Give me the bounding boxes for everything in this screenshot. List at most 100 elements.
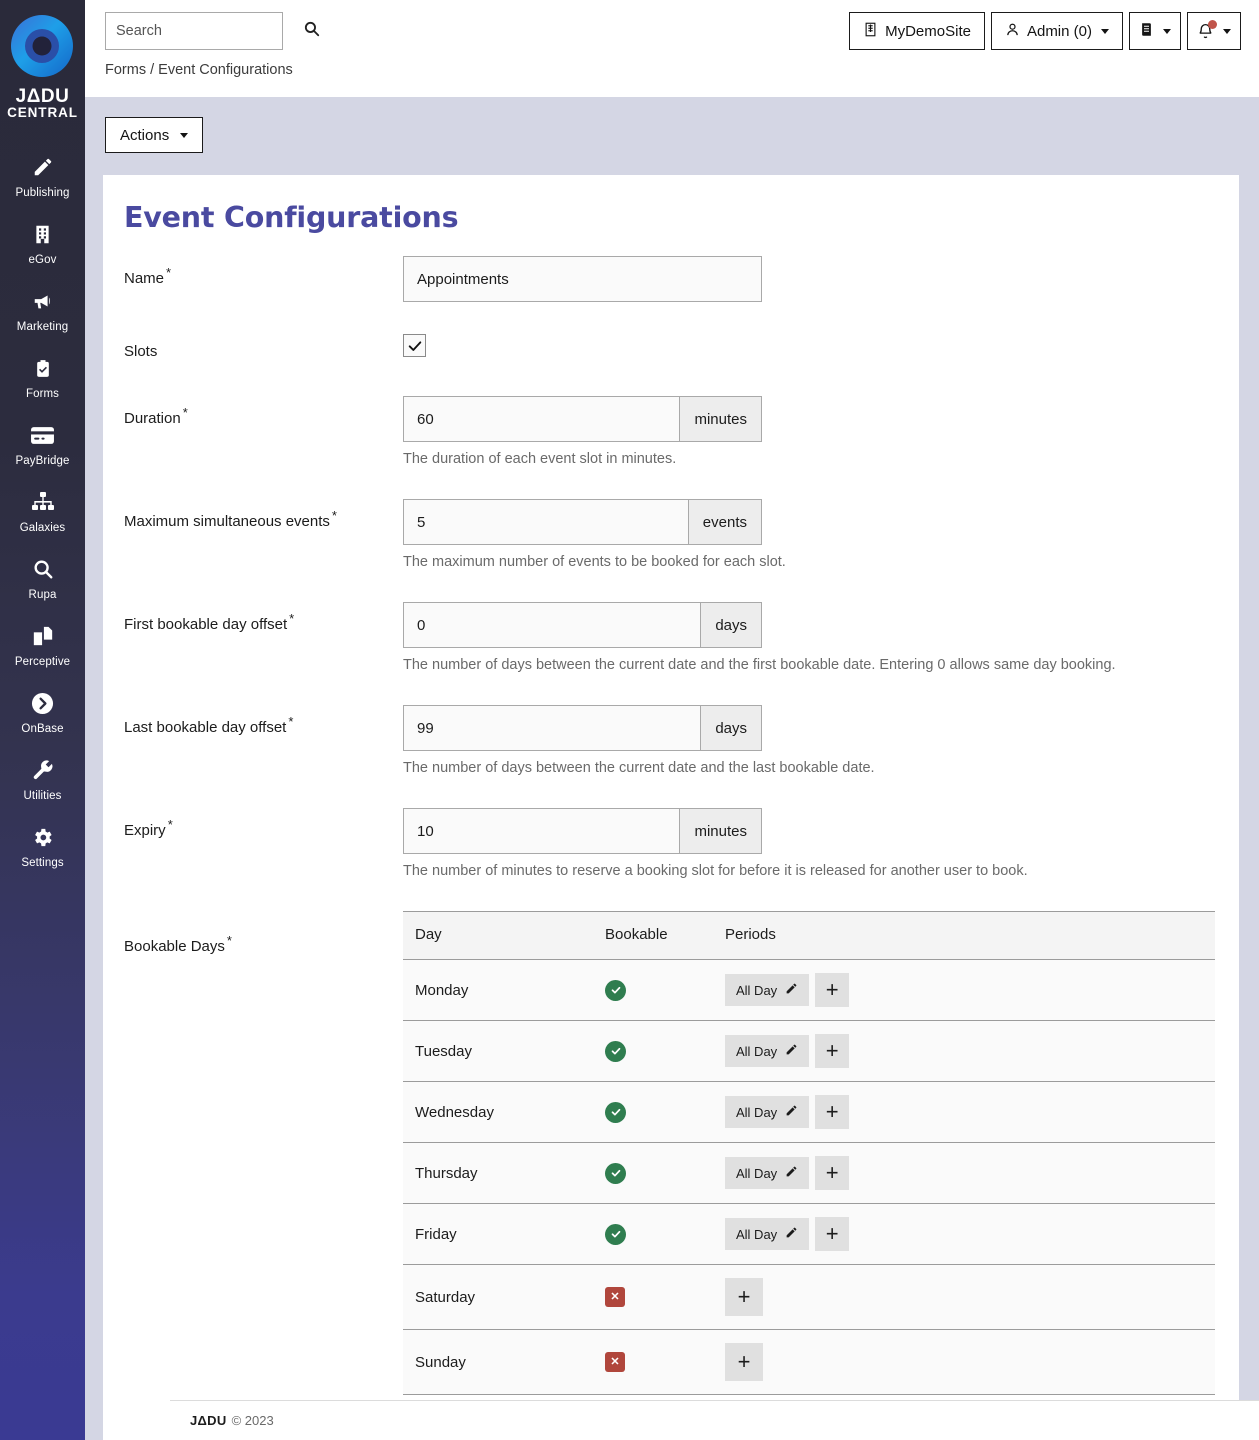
field-slots: Slots [124,334,1239,360]
max-events-input[interactable] [404,500,688,544]
periods-group: All Day + [725,1217,1215,1251]
period-pill[interactable]: All Day [725,1035,810,1067]
sidebar-item-paybridge[interactable]: PayBridge [0,410,85,477]
user-menu-button[interactable]: Admin (0) [990,12,1123,50]
search-icon[interactable] [303,20,320,42]
period-pill[interactable]: All Day [725,974,810,1006]
cell-periods: All Day + [713,1020,1215,1082]
actions-toolbar: Actions [85,97,1259,175]
breadcrumb[interactable]: Forms / Event Configurations [105,62,293,78]
search-box[interactable] [105,12,320,50]
check-circle-icon [605,1101,626,1123]
sidebar-item-publishing[interactable]: Publishing [0,142,85,209]
credit-card-icon [30,422,55,448]
check-circle-icon [605,1040,626,1062]
book-icon [1139,21,1154,42]
docs-menu-button[interactable] [1129,12,1181,50]
period-label: All Day [736,1104,778,1120]
field-control: minutes The duration of each event slot … [403,396,1239,467]
main-area: Forms / Event Configurations MyDemoSite … [85,0,1259,1440]
periods-group: All Day + [725,1034,1215,1068]
field-label-text: Maximum simultaneous events [124,513,330,530]
field-duration: Duration* minutes The duration of each e… [124,396,1239,467]
brand-logo-line1: JΔDU [15,86,70,107]
sidebar-item-galaxies[interactable]: Galaxies [0,477,85,544]
sidebar-item-egov[interactable]: eGov [0,209,85,276]
cell-day: Friday [403,1203,593,1265]
site-selector-button[interactable]: MyDemoSite [849,12,985,50]
add-period-button[interactable]: + [815,1156,850,1190]
table-row: Friday All Day + [403,1203,1215,1265]
pencil-icon[interactable] [785,1043,798,1059]
period-label: All Day [736,1226,778,1242]
period-label: All Day [736,982,778,998]
page-title: Event Configurations [124,201,459,234]
add-period-button[interactable]: + [815,973,850,1007]
brand-logo[interactable]: JΔDU CENTRAL [7,8,78,120]
cell-day: Sunday [403,1329,593,1395]
table-row: Wednesday All Day + [403,1081,1215,1143]
add-period-button[interactable]: + [815,1095,850,1129]
pencil-icon[interactable] [785,1165,798,1181]
duration-input[interactable] [404,397,680,441]
sidebar-item-perceptive[interactable]: Perceptive [0,611,85,678]
last-offset-input[interactable] [404,706,701,750]
cell-bookable: ✕ [593,1264,713,1330]
cell-bookable [593,1081,713,1143]
cell-day: Thursday [403,1142,593,1204]
expiry-unit: minutes [679,809,761,853]
period-label: All Day [736,1043,778,1059]
required-marker: * [182,405,188,420]
field-label: Expiry * [124,808,403,839]
table-row: Monday All Day + [403,959,1215,1021]
cell-periods: All Day + [713,1081,1215,1143]
period-pill[interactable]: All Day [725,1157,810,1189]
bookable-days-table: Day Bookable Periods Monday All Day + Tuesd… [403,911,1215,1395]
sidebar-item-settings[interactable]: Settings [0,812,85,879]
period-label: All Day [736,1165,778,1181]
field-label: Duration * [124,396,403,427]
sidebar-item-marketing[interactable]: Marketing [0,276,85,343]
period-pill[interactable]: All Day [725,1096,810,1128]
sidebar-item-label: Utilities [23,790,62,803]
periods-group: All Day + [725,1156,1215,1190]
required-marker: * [289,611,295,626]
field-control: Day Bookable Periods Monday All Day + Tuesd… [403,911,1239,1440]
cell-day: Tuesday [403,1020,593,1082]
add-period-button[interactable]: + [725,1278,763,1316]
expiry-input[interactable] [404,809,680,853]
add-period-button[interactable]: + [815,1217,850,1251]
pencil-icon[interactable] [785,1226,798,1242]
x-square-icon: ✕ [605,1352,625,1373]
notifications-button[interactable] [1187,12,1241,50]
sidebar-item-forms[interactable]: Forms [0,343,85,410]
pencil-icon[interactable] [785,982,798,998]
duration-input-group: minutes [403,396,762,442]
pencil-icon[interactable] [785,1104,798,1120]
add-period-button[interactable]: + [725,1343,763,1381]
expiry-helper-text: The number of minutes to reserve a booki… [403,863,1028,879]
sidebar-item-rupa[interactable]: Rupa [0,544,85,611]
cell-bookable [593,1203,713,1265]
field-label-text: Expiry [124,822,166,839]
chevron-down-icon [1223,28,1231,34]
main-sidebar: JΔDU CENTRAL Publishing eGov Marketing F… [0,0,85,1440]
slots-checkbox[interactable] [403,334,426,357]
last-offset-unit: days [700,706,761,750]
sidebar-item-utilities[interactable]: Utilities [0,745,85,812]
period-pill[interactable]: All Day [725,1218,810,1250]
sidebar-item-label: eGov [28,254,57,267]
cell-periods: + [713,1329,1215,1395]
add-period-button[interactable]: + [815,1034,850,1068]
sidebar-item-label: Settings [21,857,64,870]
sidebar-item-onbase[interactable]: OnBase [0,678,85,745]
sidebar-item-label: PayBridge [15,455,70,468]
chevron-down-icon [1101,28,1109,34]
first-offset-input[interactable] [404,603,701,647]
actions-dropdown-button[interactable]: Actions [105,117,204,153]
check-circle-icon [605,1162,626,1184]
search-input[interactable] [116,23,303,39]
name-input[interactable] [404,257,761,301]
field-label-text: Bookable Days [124,938,225,955]
table-head: Day Bookable Periods [403,911,1215,960]
